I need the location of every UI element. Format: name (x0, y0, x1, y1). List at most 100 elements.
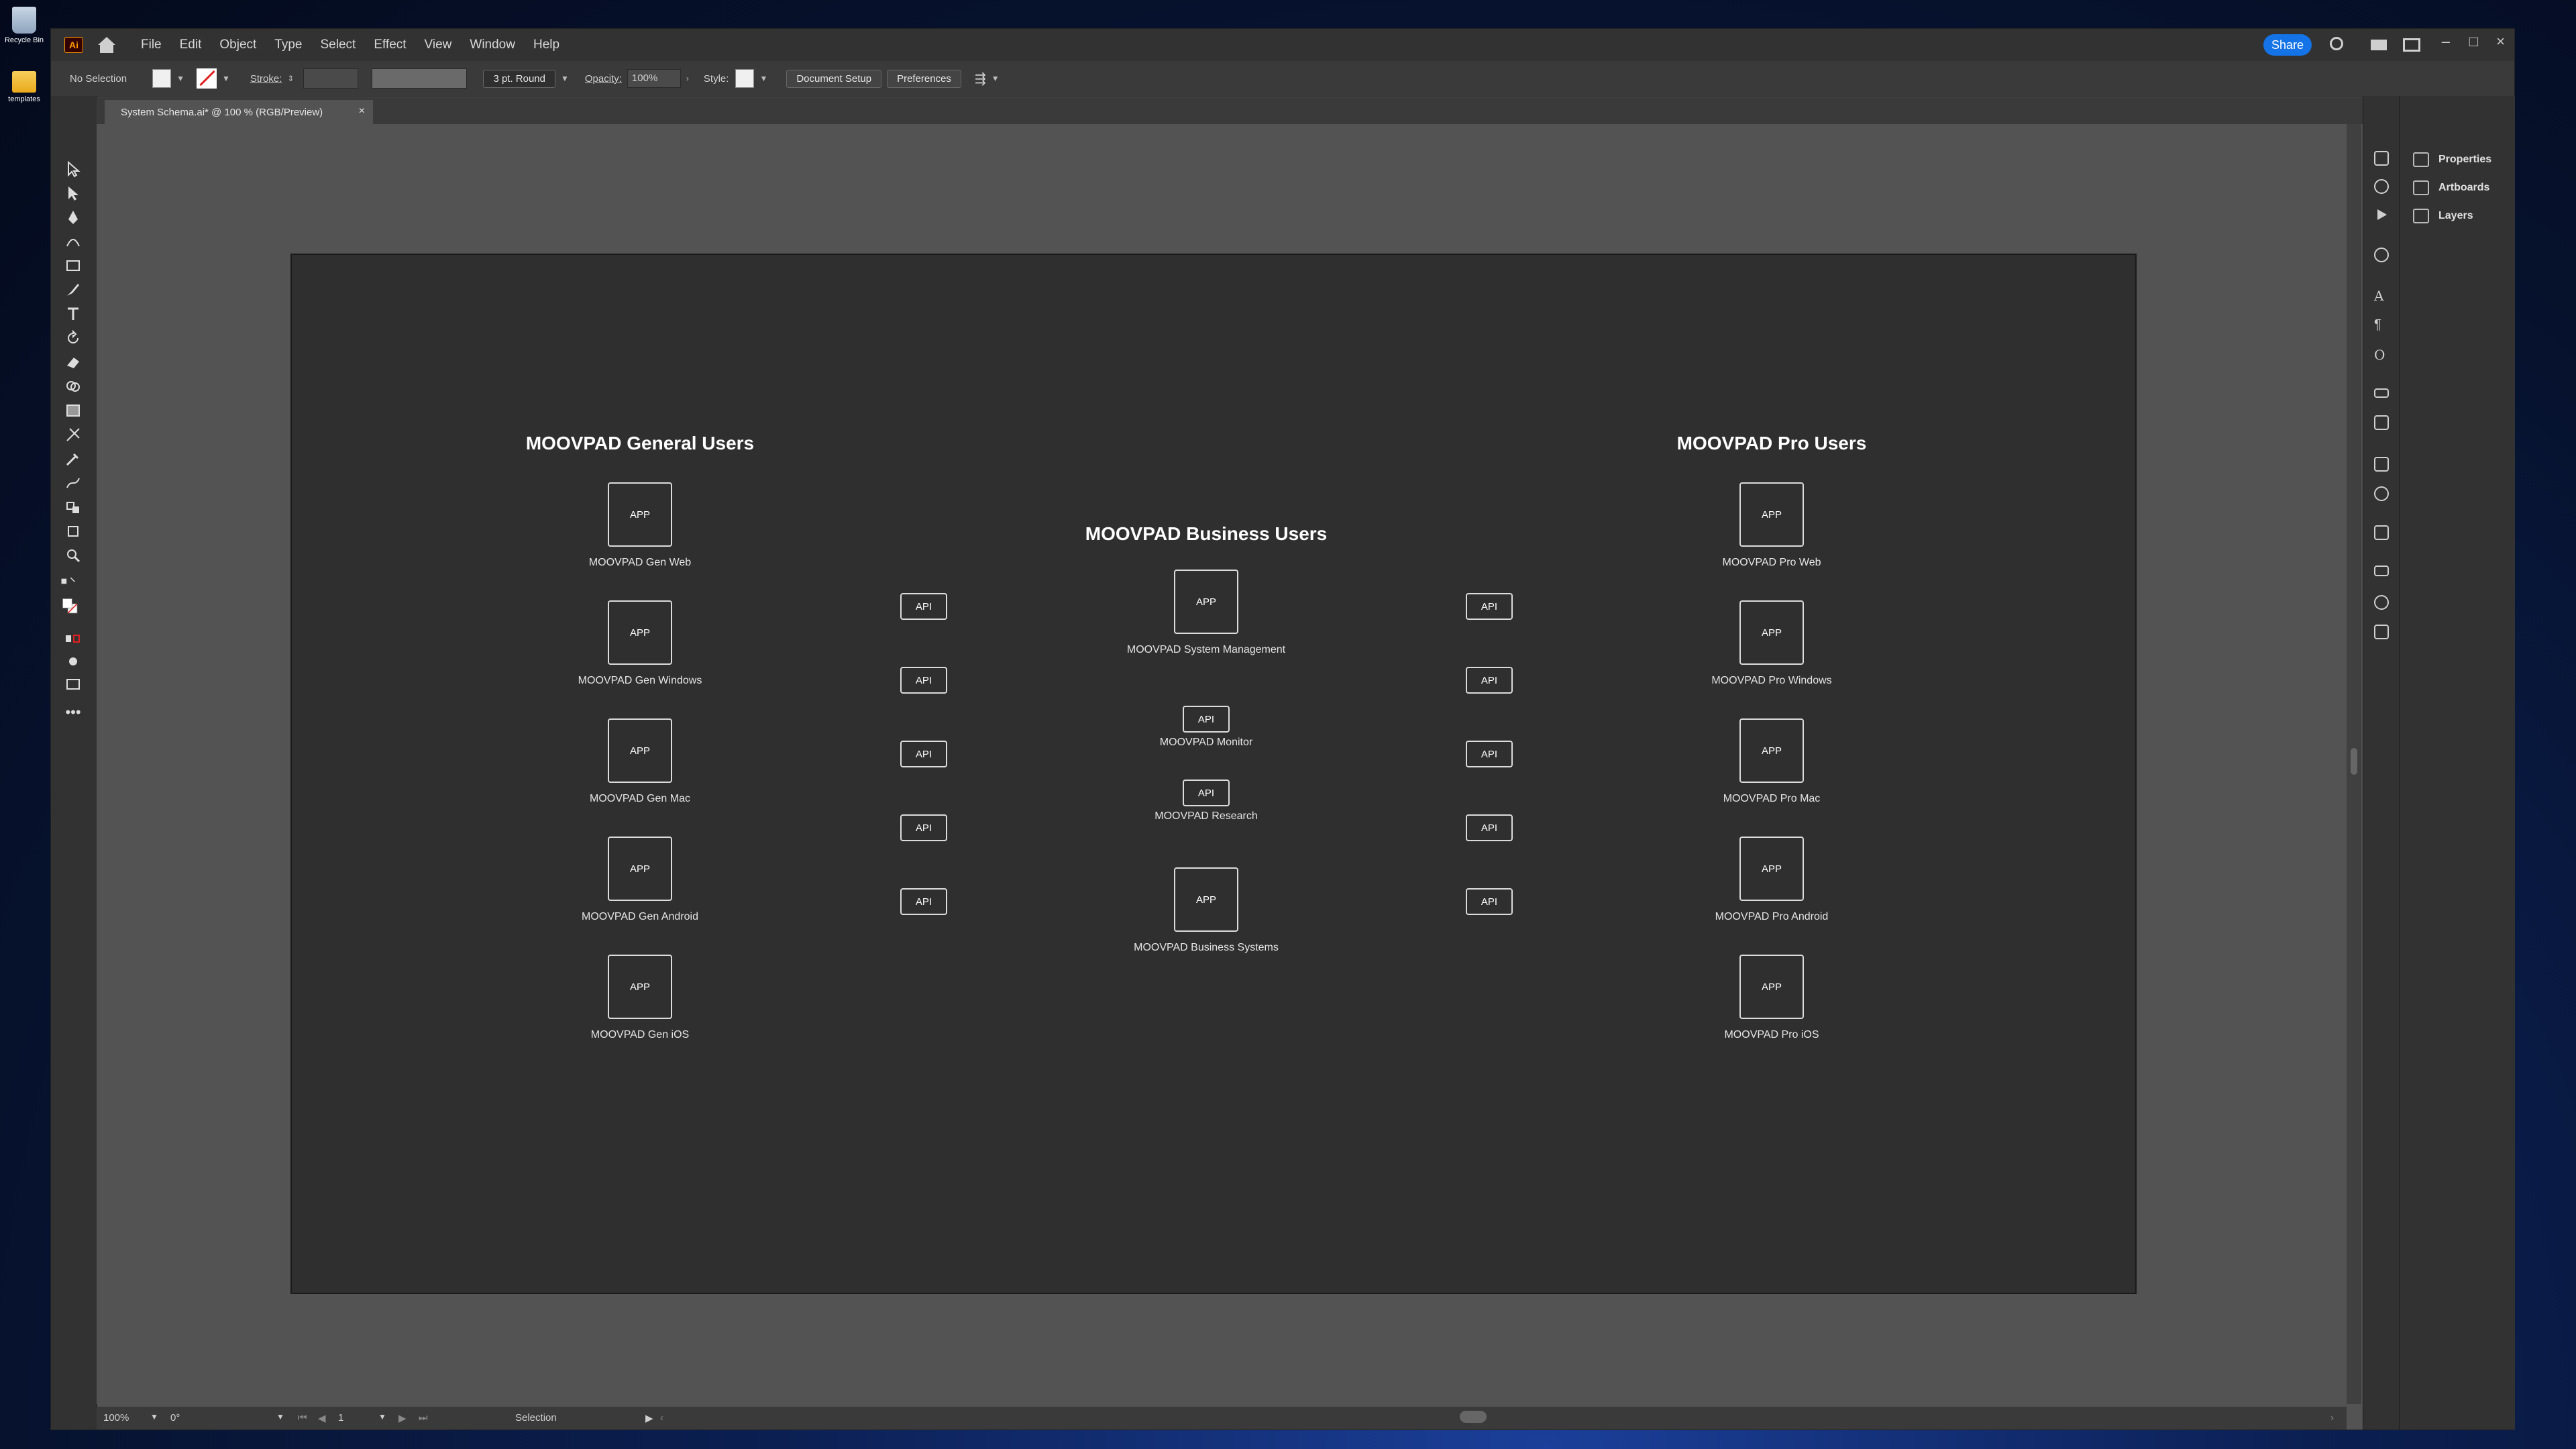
app-box-gen-mac[interactable]: APP (608, 718, 672, 783)
document-tab[interactable]: System Schema.ai* @ 100 % (RGB/Preview) … (105, 100, 373, 124)
image-trace-icon[interactable] (2374, 415, 2389, 430)
app-box-pro-ios[interactable]: APP (1739, 955, 1804, 1019)
rotate-tool-icon[interactable] (64, 329, 82, 347)
chevron-down-icon[interactable]: ▼ (991, 74, 1000, 83)
caption-system-management[interactable]: MOOVPAD System Management (1072, 644, 1340, 656)
api-box-research[interactable]: API (1183, 780, 1230, 806)
libraries-icon[interactable] (2374, 151, 2389, 166)
eyedropper-tool-icon[interactable] (64, 450, 82, 468)
zoom-level[interactable]: 100% (103, 1412, 129, 1424)
curvature-tool-icon[interactable] (64, 233, 82, 250)
stroke-swatch[interactable] (196, 68, 217, 89)
general-users-heading[interactable]: MOOVPAD General Users (439, 433, 841, 454)
caption-pro-mac[interactable]: MOOVPAD Pro Mac (1638, 793, 1906, 805)
last-artboard-icon[interactable]: ⏭ (419, 1412, 428, 1424)
arrange-options-icon[interactable]: ⇶ (975, 70, 986, 87)
arrange-documents-icon[interactable] (2371, 40, 2387, 50)
api-box-left-3[interactable]: API (900, 741, 947, 767)
status-menu-arrow-icon[interactable]: ▶ (645, 1412, 653, 1424)
fill-stroke-indicator[interactable] (62, 598, 85, 621)
document-setup-button[interactable]: Document Setup (786, 69, 882, 88)
menu-effect[interactable]: Effect (374, 38, 406, 52)
artboard-number[interactable]: 1 (338, 1412, 343, 1424)
chevron-down-icon[interactable]: ▼ (759, 74, 767, 83)
swatches-icon[interactable] (2374, 566, 2389, 576)
properties-panel-tab[interactable]: Properties (2413, 152, 2491, 167)
horizontal-scroll-thumb[interactable] (1460, 1411, 1487, 1423)
caption-pro-ios[interactable]: MOOVPAD Pro iOS (1638, 1029, 1906, 1041)
app-box-gen-web[interactable]: APP (608, 482, 672, 547)
maximize-button[interactable]: □ (2469, 33, 2478, 50)
app-box-pro-mac[interactable]: APP (1739, 718, 1804, 783)
menu-window[interactable]: Window (470, 38, 515, 52)
opentype-icon[interactable]: O (2374, 347, 2389, 363)
menu-help[interactable]: Help (533, 38, 559, 52)
artboard-tool-icon[interactable] (64, 523, 82, 540)
api-box-monitor[interactable]: API (1183, 706, 1230, 733)
caption-pro-android[interactable]: MOOVPAD Pro Android (1638, 911, 1906, 923)
caption-gen-web[interactable]: MOOVPAD Gen Web (506, 557, 774, 569)
caption-pro-windows[interactable]: MOOVPAD Pro Windows (1638, 675, 1906, 687)
appearance-icon[interactable] (2374, 179, 2389, 194)
home-icon[interactable] (98, 37, 115, 53)
business-users-heading[interactable]: MOOVPAD Business Users (1005, 523, 1407, 545)
workspace-switcher-icon[interactable] (2403, 38, 2420, 52)
rotation-value[interactable]: 0° (170, 1412, 180, 1424)
menu-object[interactable]: Object (219, 38, 256, 52)
artboards-panel-tab[interactable]: Artboards (2413, 180, 2489, 195)
menu-view[interactable]: View (425, 38, 452, 52)
app-box-pro-windows[interactable]: APP (1739, 600, 1804, 665)
api-box-left-2[interactable]: API (900, 667, 947, 694)
caption-gen-android[interactable]: MOOVPAD Gen Android (506, 911, 774, 923)
chevron-down-icon[interactable]: ▼ (150, 1412, 158, 1421)
api-box-right-1[interactable]: API (1466, 593, 1513, 620)
stroke-weight-field[interactable] (303, 68, 359, 89)
info-icon[interactable] (2374, 248, 2389, 262)
stroke-label[interactable]: Stroke: (250, 73, 282, 85)
character-icon[interactable]: A (2374, 288, 2389, 304)
symbol-sprayer-tool-icon[interactable] (64, 498, 82, 516)
selection-tool-icon[interactable] (64, 160, 82, 178)
chevron-down-icon[interactable]: ▼ (378, 1412, 386, 1421)
stroke-stepper-icon[interactable]: ⇕ (287, 74, 294, 83)
mesh-tool-icon[interactable] (64, 426, 82, 443)
variable-width-profile[interactable] (372, 68, 468, 89)
links-icon[interactable] (2374, 388, 2389, 398)
pro-users-heading[interactable]: MOOVPAD Pro Users (1570, 433, 1973, 454)
canvas-area[interactable]: MOOVPAD General Users APP MOOVPAD Gen We… (97, 124, 2391, 1404)
caption-gen-mac[interactable]: MOOVPAD Gen Mac (506, 793, 774, 805)
export-icon[interactable] (2374, 525, 2389, 540)
previous-artboard-icon[interactable]: ◀ (318, 1412, 326, 1424)
blend-tool-icon[interactable] (64, 474, 82, 492)
fill-stroke-swap-icon[interactable] (60, 574, 83, 591)
chevron-down-icon[interactable]: ▼ (176, 74, 184, 83)
more-tools-icon[interactable]: ••• (64, 704, 82, 721)
first-artboard-icon[interactable]: ⏮ (298, 1412, 307, 1424)
close-window-button[interactable]: × (2496, 33, 2505, 50)
api-box-right-3[interactable]: API (1466, 741, 1513, 767)
graphic-style-swatch[interactable] (735, 69, 755, 88)
app-box-gen-android[interactable]: APP (608, 837, 672, 901)
color-guide-icon[interactable] (2374, 486, 2389, 501)
layers-panel-tab[interactable]: Layers (2413, 209, 2473, 223)
chevron-down-icon[interactable]: ▼ (561, 74, 569, 83)
vertical-scrollbar[interactable] (2347, 124, 2361, 1404)
app-box-gen-windows[interactable]: APP (608, 600, 672, 665)
rectangle-tool-icon[interactable] (64, 257, 82, 274)
play-action-icon[interactable] (2374, 207, 2389, 222)
caption-pro-web[interactable]: MOOVPAD Pro Web (1638, 557, 1906, 569)
api-box-left-1[interactable]: API (900, 593, 947, 620)
caption-gen-windows[interactable]: MOOVPAD Gen Windows (506, 675, 774, 687)
caption-gen-ios[interactable]: MOOVPAD Gen iOS (506, 1029, 774, 1041)
eraser-tool-icon[interactable] (64, 354, 82, 371)
api-box-right-5[interactable]: API (1466, 888, 1513, 915)
recycle-bin-desktop-icon[interactable]: Recycle Bin (4, 7, 44, 44)
artboard[interactable]: MOOVPAD General Users APP MOOVPAD Gen We… (290, 254, 2137, 1294)
gradient-tool-icon[interactable] (64, 402, 82, 419)
scroll-right-icon[interactable]: › (2330, 1412, 2334, 1424)
app-box-system-management[interactable]: APP (1174, 570, 1238, 634)
caption-research[interactable]: MOOVPAD Research (1072, 810, 1340, 822)
zoom-tool-icon[interactable] (64, 547, 82, 564)
api-box-left-4[interactable]: API (900, 814, 947, 841)
fill-swatch[interactable] (152, 69, 172, 88)
